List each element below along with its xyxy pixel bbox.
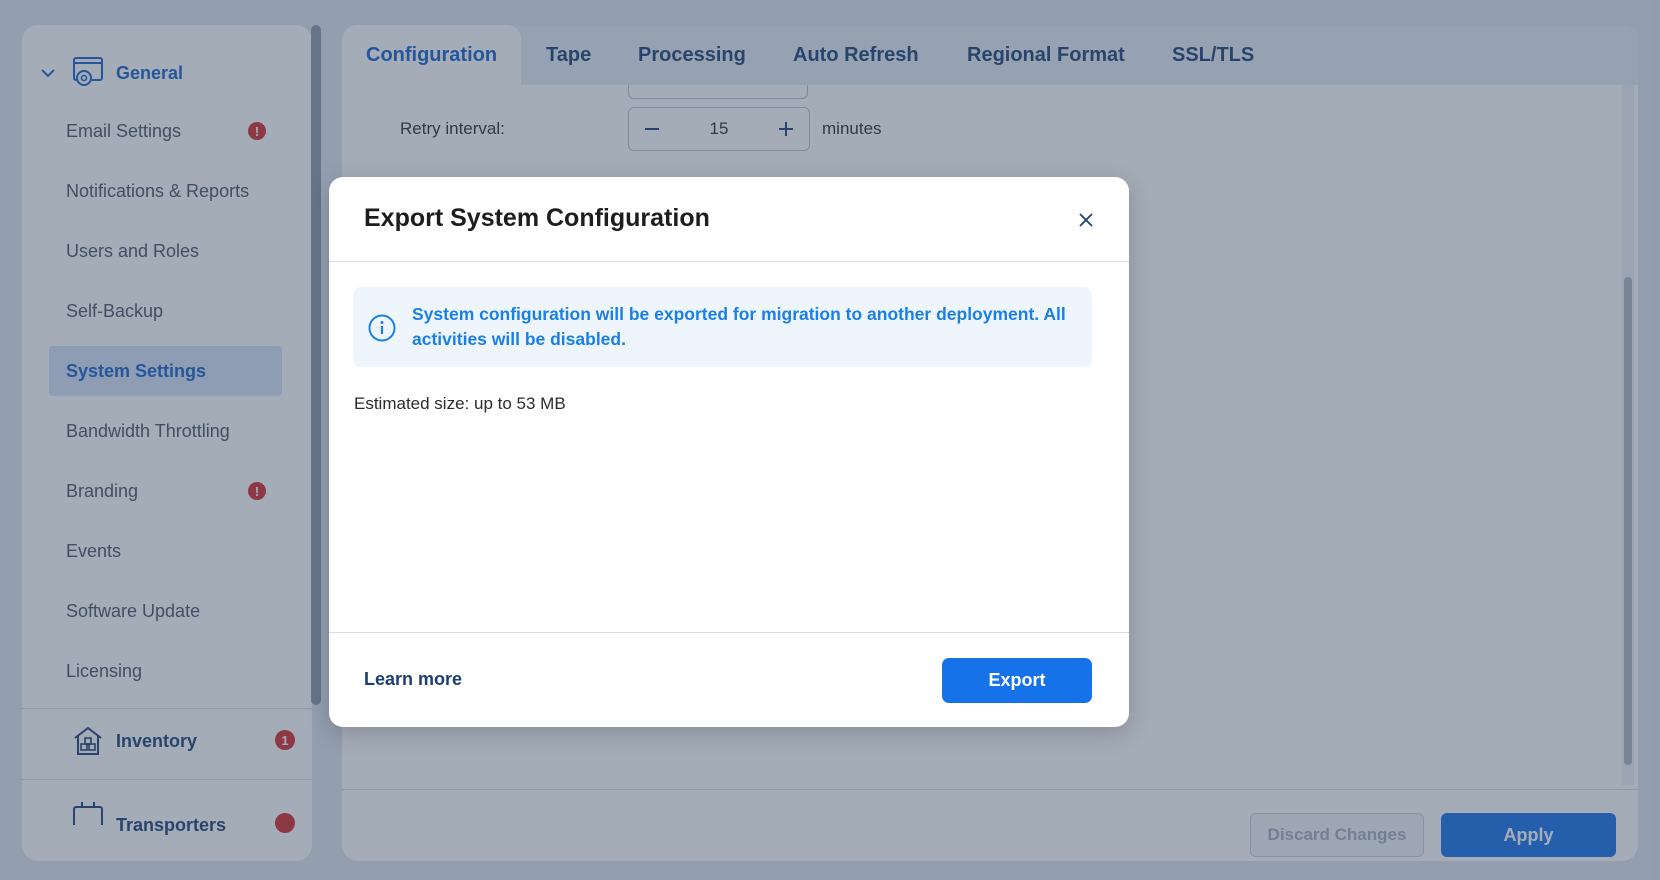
info-icon — [368, 314, 396, 342]
dialog-title: Export System Configuration — [364, 204, 710, 232]
close-button[interactable] — [1073, 207, 1099, 233]
dialog-footer-divider — [329, 632, 1129, 633]
close-icon — [1079, 213, 1093, 227]
info-banner: System configuration will be exported fo… — [353, 287, 1092, 367]
export-config-dialog: Export System Configuration System confi… — [329, 177, 1129, 727]
info-message: System configuration will be exported fo… — [412, 304, 1066, 349]
dialog-header-divider — [329, 261, 1129, 262]
estimated-size-text: Estimated size: up to 53 MB — [354, 394, 566, 413]
export-button[interactable]: Export — [942, 658, 1092, 703]
learn-more-link[interactable]: Learn more — [364, 669, 462, 690]
